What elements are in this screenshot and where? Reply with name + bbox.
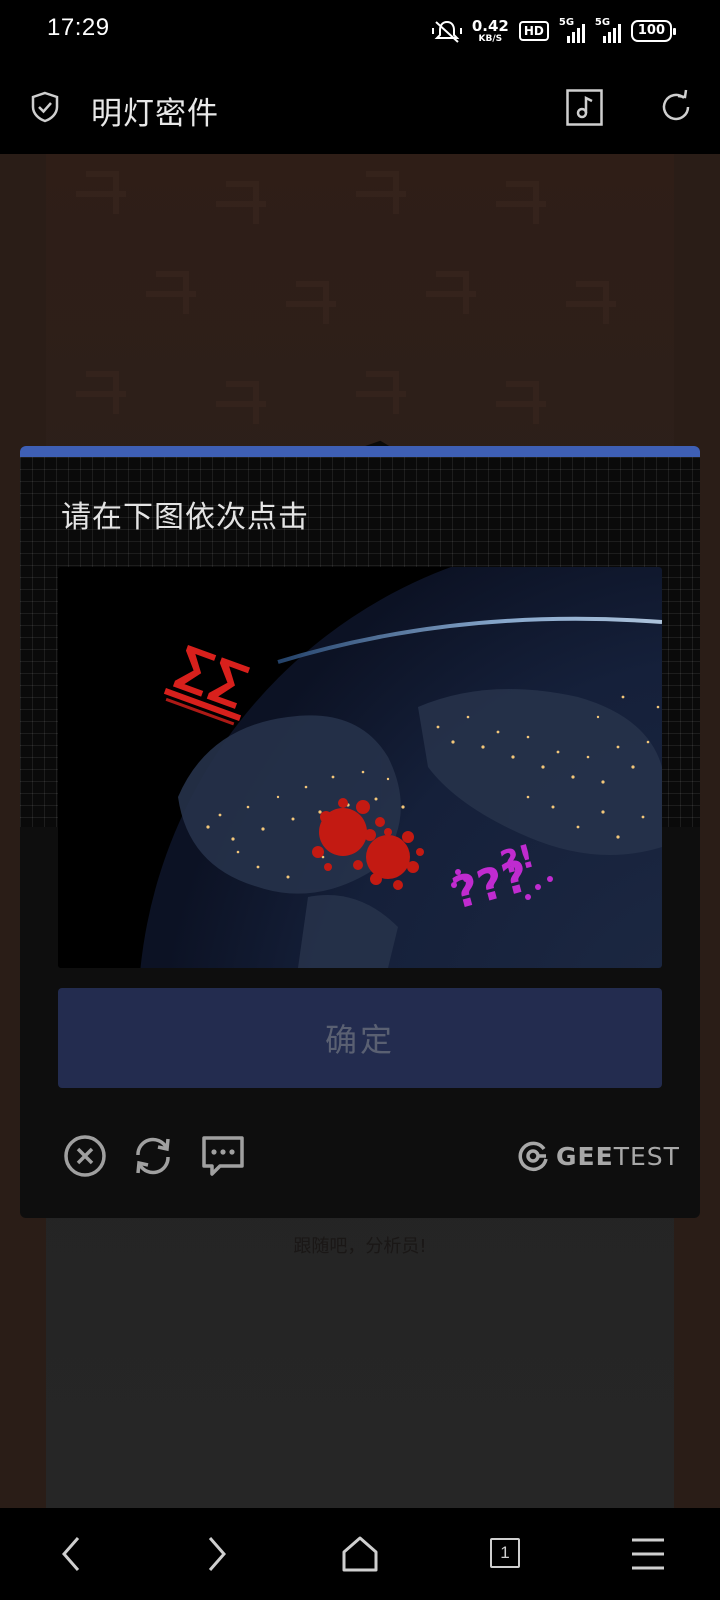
captcha-accent-bar (20, 446, 700, 457)
captcha-image[interactable]: ??? ?! (58, 567, 662, 968)
music-note-icon[interactable] (566, 89, 603, 126)
signal-icon: 5G (595, 17, 621, 43)
captcha-prompt: 请在下图依次点击 (61, 500, 309, 535)
reload-icon[interactable] (130, 1133, 176, 1179)
close-icon[interactable] (62, 1133, 108, 1179)
geetest-logo: GEETEST (516, 1136, 680, 1176)
back-icon[interactable] (52, 1534, 92, 1574)
tabs-icon[interactable]: 1 (484, 1534, 524, 1574)
confirm-button[interactable]: 确定 (58, 988, 662, 1088)
background-hint: 跟随吧，分析员! (293, 1236, 427, 1257)
menu-icon[interactable] (628, 1534, 668, 1574)
hd-badge: HD (518, 21, 549, 41)
shield-icon (31, 91, 59, 123)
status-time: 17:29 (47, 14, 110, 41)
battery-icon: 100 (630, 20, 677, 42)
geetest-brand-light: TEST (613, 1141, 680, 1171)
status-bar: 17:29 0.42 KB/S HD 5G 5G 100 (0, 0, 720, 64)
network-speed: 0.42 KB/S (471, 16, 509, 44)
app-header: 明灯密件 (0, 64, 720, 154)
tab-count: 1 (490, 1538, 520, 1568)
refresh-icon[interactable] (658, 89, 694, 125)
feedback-icon[interactable] (200, 1133, 246, 1179)
signal-icon: 5G (559, 17, 585, 43)
background-pattern (76, 171, 616, 424)
geetest-brand-bold: GEE (556, 1141, 614, 1171)
forward-icon[interactable] (196, 1534, 236, 1574)
home-icon[interactable] (340, 1534, 380, 1574)
page-title: 明灯密件 (91, 96, 219, 132)
captcha-dialog: 请在下图依次点击 ??? ?! 确定 GEETEST (20, 446, 700, 1218)
geetest-logo-icon (518, 1141, 548, 1172)
mute-vibrate-icon (431, 20, 462, 43)
status-icons: 0.42 KB/S HD 5G 5G 100 (431, 16, 677, 46)
bottom-nav: 1 (0, 1508, 720, 1600)
